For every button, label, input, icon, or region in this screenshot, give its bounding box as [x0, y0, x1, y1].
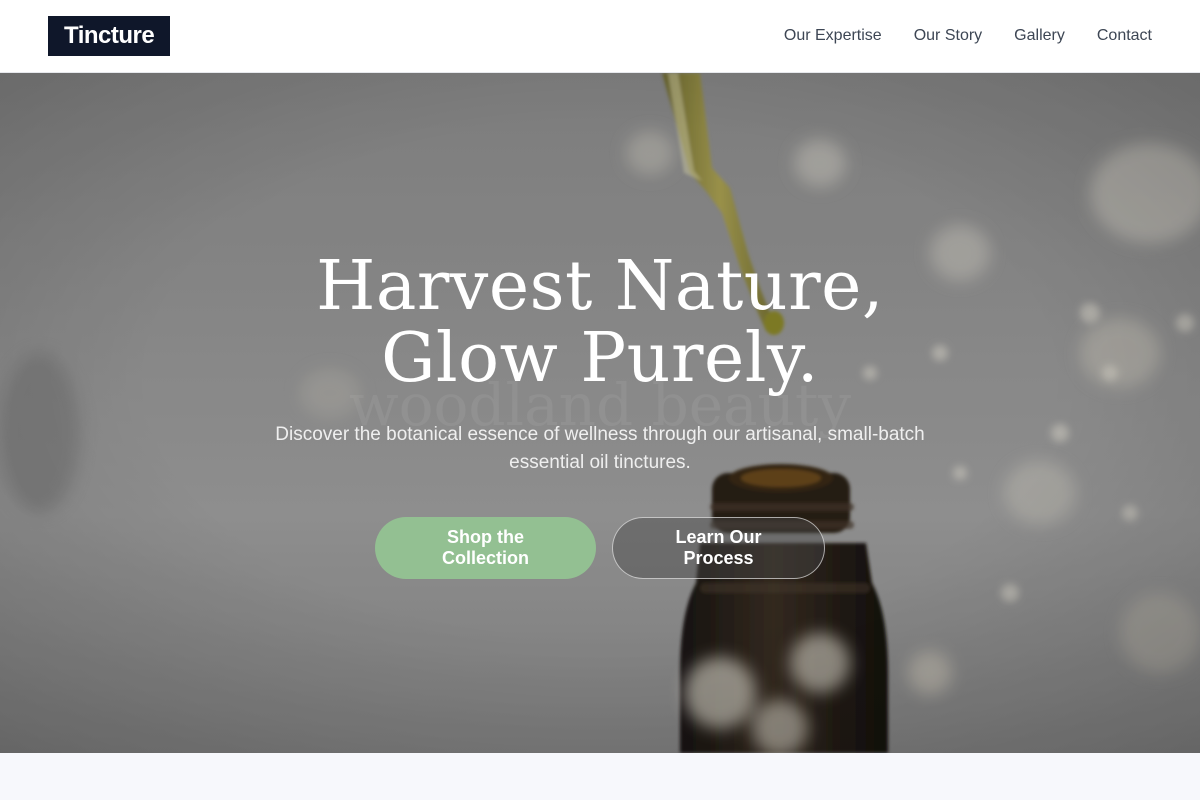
nav-link-our-story[interactable]: Our Story — [914, 27, 982, 45]
hero-section: woodland beauty Harvest Nature, Glow Pur… — [0, 73, 1200, 753]
nav-link-our-expertise[interactable]: Our Expertise — [784, 27, 882, 45]
learn-process-button[interactable]: Learn Our Process — [612, 517, 825, 579]
shop-collection-button[interactable]: Shop the Collection — [375, 517, 596, 579]
brand-logo[interactable]: Tincture — [48, 16, 171, 56]
next-section — [0, 753, 1200, 800]
site-header: Tincture Our Expertise Our Story Gallery… — [0, 0, 1200, 73]
nav-link-contact[interactable]: Contact — [1097, 27, 1152, 45]
nav-link-gallery[interactable]: Gallery — [1014, 27, 1065, 45]
hero-subtitle: Discover the botanical essence of wellne… — [275, 424, 925, 473]
hero-title: Harvest Nature, Glow Purely. — [316, 247, 884, 398]
hero-buttons: Shop the Collection Learn Our Process — [375, 517, 825, 579]
main-nav: Our Expertise Our Story Gallery Contact — [784, 27, 1152, 45]
hero-content: Harvest Nature, Glow Purely. Discover th… — [0, 73, 1200, 753]
